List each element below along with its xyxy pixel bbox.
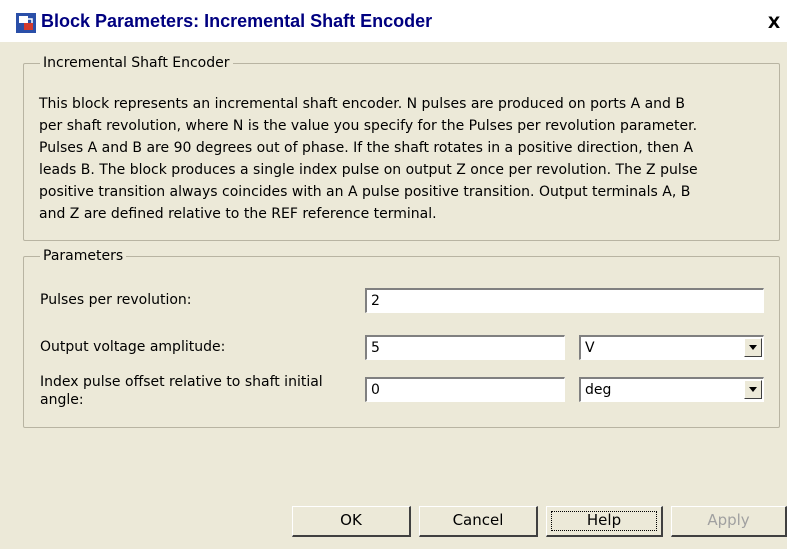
cancel-button[interactable]: Cancel <box>419 506 538 537</box>
description-line: This block represents an incremental sha… <box>39 96 685 112</box>
ok-button[interactable]: OK <box>292 506 411 537</box>
description-line: positive transition always coincides wit… <box>39 184 691 200</box>
close-button[interactable]: X <box>763 13 785 35</box>
pulses-per-revolution-field[interactable]: 2 <box>365 288 764 313</box>
amplitude-unit-value: V <box>585 340 595 356</box>
amplitude-unit-select[interactable]: V <box>579 335 764 360</box>
pulses-per-revolution-label: Pulses per revolution: <box>40 292 192 308</box>
help-button-label: Help <box>586 511 622 529</box>
index-pulse-offset-label: Index pulse offset relative to shaft ini… <box>40 373 323 409</box>
simulink-block-icon <box>15 12 37 34</box>
ok-button-label: OK <box>340 511 362 529</box>
help-button[interactable]: Help <box>546 506 663 537</box>
offset-unit-value: deg <box>585 382 612 398</box>
apply-button[interactable]: Apply <box>671 506 787 537</box>
description-line: per shaft revolution, where N is the val… <box>39 118 698 134</box>
index-pulse-offset-field[interactable]: 0 <box>365 377 565 402</box>
description-line: Pulses A and B are 90 degrees out of pha… <box>39 140 694 156</box>
description-group-title: Incremental Shaft Encoder <box>40 54 233 72</box>
chevron-down-icon[interactable] <box>744 380 762 399</box>
description-line: and Z are defined relative to the REF re… <box>39 206 437 222</box>
index-pulse-offset-label-line1: Index pulse offset relative to shaft ini… <box>40 374 323 390</box>
cancel-button-label: Cancel <box>452 511 504 529</box>
parameters-group-title: Parameters <box>40 247 127 265</box>
window-title: Block Parameters: Incremental Shaft Enco… <box>41 11 433 31</box>
apply-button-label: Apply <box>707 511 750 529</box>
output-voltage-amplitude-field[interactable]: 5 <box>365 335 565 360</box>
description-line: leads B. The block produces a single ind… <box>39 162 698 178</box>
block-description: This block represents an incremental sha… <box>39 93 769 225</box>
offset-unit-select[interactable]: deg <box>579 377 764 402</box>
output-voltage-amplitude-label: Output voltage amplitude: <box>40 339 226 355</box>
chevron-down-icon[interactable] <box>744 338 762 357</box>
title-bar: Block Parameters: Incremental Shaft Enco… <box>0 0 787 42</box>
index-pulse-offset-label-line2: angle: <box>40 392 84 408</box>
description-group: Incremental Shaft Encoder This block rep… <box>23 54 780 241</box>
